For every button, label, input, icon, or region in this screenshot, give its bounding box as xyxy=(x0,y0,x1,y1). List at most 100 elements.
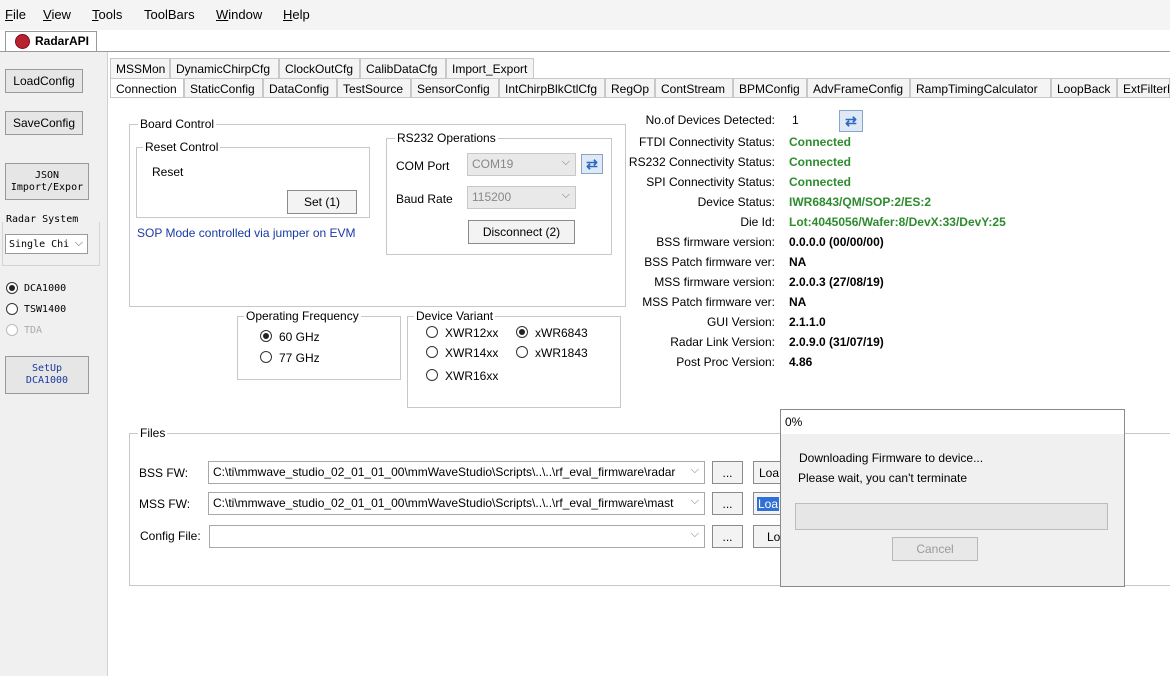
freq-77ghz-radio[interactable] xyxy=(260,351,272,363)
tab-dataconfig[interactable]: DataConfig xyxy=(263,78,337,98)
tab-clockoutcfg[interactable]: ClockOutCfg xyxy=(279,58,360,78)
status-value-ftdi: Connected xyxy=(789,135,852,149)
bss-fw-path[interactable]: C:\ti\mmwave_studio_02_01_01_00\mmWaveSt… xyxy=(208,461,705,484)
config-file-label: Config File: xyxy=(140,529,201,543)
status-label-dieid: Die Id: xyxy=(740,215,775,229)
cancel-button: Cancel xyxy=(892,537,978,561)
tab-staticconfig[interactable]: StaticConfig xyxy=(184,78,263,98)
tab-extfilter[interactable]: ExtFilterP xyxy=(1117,78,1170,98)
xwr1843-radio[interactable] xyxy=(516,346,528,358)
refresh-devices-icon[interactable]: ⇄ xyxy=(839,110,863,132)
tab-testsource[interactable]: TestSource xyxy=(337,78,411,98)
status-value-postproc: 4.86 xyxy=(789,355,813,369)
firmware-progress-dialog: 0% Downloading Firmware to device... Ple… xyxy=(780,409,1125,587)
status-label-gui: GUI Version: xyxy=(706,315,775,329)
menu-tools[interactable]: Tools xyxy=(92,7,122,22)
save-config-button[interactable]: SaveConfig xyxy=(5,111,83,135)
tab-calibdatacfg[interactable]: CalibDataCfg xyxy=(360,58,446,78)
tab-row-2: Connection StaticConfig DataConfig TestS… xyxy=(110,78,1170,98)
menu-view[interactable]: View xyxy=(43,7,71,22)
json-import-export-button[interactable]: JSON Import/Expor xyxy=(5,163,89,200)
status-value-device: IWR6843/QM/SOP:2/ES:2 xyxy=(789,195,932,209)
status-value-bss-fw: 0.0.0.0 (00/00/00) xyxy=(789,235,884,249)
tda-radio xyxy=(6,324,18,336)
tab-row-1: MSSMon DynamicChirpCfg ClockOutCfg Calib… xyxy=(110,58,540,78)
baud-rate-value: 115200 xyxy=(472,190,512,204)
tab-regop[interactable]: RegOp xyxy=(605,78,655,98)
status-label-mss-fw: MSS firmware version: xyxy=(654,275,775,289)
dca1000-radio[interactable] xyxy=(6,282,18,294)
disconnect-button[interactable]: Disconnect (2) xyxy=(468,220,575,244)
tsw1400-label: TSW1400 xyxy=(24,304,67,315)
baud-rate-select[interactable]: 115200 ⌵ xyxy=(467,186,576,209)
tab-intchirpblkctlcfg[interactable]: IntChirpBlkCtlCfg xyxy=(499,78,605,98)
com-port-value: COM19 xyxy=(472,157,514,171)
chevron-down-icon: ⌵ xyxy=(561,156,570,168)
status-label-devices: No.of Devices Detected: xyxy=(645,113,775,127)
tab-bpmconfig[interactable]: BPMConfig xyxy=(733,78,807,98)
chevron-down-icon: ⌵ xyxy=(688,464,699,477)
sop-mode-note: SOP Mode controlled via jumper on EVM xyxy=(137,226,356,240)
tab-import-export[interactable]: Import_Export xyxy=(446,58,534,78)
xwr14xx-label: XWR14xx xyxy=(445,346,499,360)
com-port-select[interactable]: COM19 ⌵ xyxy=(467,153,576,176)
freq-60ghz-radio[interactable] xyxy=(260,330,272,342)
xwr6843-radio[interactable] xyxy=(516,326,528,338)
tab-ramptimingcalculator[interactable]: RampTimingCalculator xyxy=(910,78,1051,98)
radar-app-icon xyxy=(15,34,30,49)
xwr16xx-radio[interactable] xyxy=(426,369,438,381)
status-label-postproc: Post Proc Version: xyxy=(676,355,775,369)
tab-advframeconfig[interactable]: AdvFrameConfig xyxy=(807,78,910,98)
xwr12xx-radio[interactable] xyxy=(426,326,438,338)
radar-system-value: Single Chi xyxy=(9,239,70,250)
operating-frequency-group: Operating Frequency xyxy=(237,309,401,380)
tab-loopback[interactable]: LoopBack xyxy=(1051,78,1117,98)
set-reset-button[interactable]: Set (1) xyxy=(287,190,357,214)
menu-toolbars[interactable]: ToolBars xyxy=(144,7,195,22)
tab-mssmon[interactable]: MSSMon xyxy=(110,58,170,78)
status-value-mss-patch: NA xyxy=(789,295,807,309)
status-label-device: Device Status: xyxy=(697,195,775,209)
status-value-radarlink: 2.0.9.0 (31/07/19) xyxy=(789,335,884,349)
tsw1400-radio[interactable] xyxy=(6,303,18,315)
baud-rate-label: Baud Rate xyxy=(396,192,453,206)
mss-fw-path[interactable]: C:\ti\mmwave_studio_02_01_01_00\mmWaveSt… xyxy=(208,492,705,515)
menu-window[interactable]: Window xyxy=(216,7,262,22)
reset-label: Reset xyxy=(152,165,184,179)
tab-sensorconfig[interactable]: SensorConfig xyxy=(411,78,499,98)
load-config-button[interactable]: LoadConfig xyxy=(5,69,83,93)
status-label-rs232: RS232 Connectivity Status: xyxy=(628,155,775,169)
tab-connection[interactable]: Connection xyxy=(110,78,184,98)
freq-60ghz-label: 60 GHz xyxy=(279,330,320,344)
chevron-down-icon: ⌵ xyxy=(74,237,83,249)
tab-contstream[interactable]: ContStream xyxy=(655,78,733,98)
dca1000-label: DCA1000 xyxy=(24,283,67,294)
reset-control-title: Reset Control xyxy=(143,140,221,154)
chevron-down-icon: ⌵ xyxy=(688,495,699,508)
load-mss-button[interactable]: Loa xyxy=(753,492,781,515)
files-title: Files xyxy=(138,426,168,440)
menu-help[interactable]: Help xyxy=(283,7,310,22)
com-port-label: COM Port xyxy=(396,159,450,173)
tab-divider xyxy=(0,51,1170,52)
xwr16xx-label: XWR16xx xyxy=(445,369,499,383)
menu-file[interactable]: File xyxy=(5,7,26,22)
radarapi-tab[interactable]: RadarAPI xyxy=(5,31,97,52)
setup-dca1000-button[interactable]: SetUp DCA1000 xyxy=(5,356,89,394)
radarapi-tab-label: RadarAPI xyxy=(35,34,90,48)
bss-fw-path-value: C:\ti\mmwave_studio_02_01_01_00\mmWaveSt… xyxy=(213,465,676,479)
mss-browse-button[interactable]: ... xyxy=(712,492,743,515)
config-browse-button[interactable]: ... xyxy=(712,525,743,548)
status-value-dieid: Lot:4045056/Wafer:8/DevX:33/DevY:25 xyxy=(789,215,1006,229)
load-config-file-button[interactable]: Lo xyxy=(753,525,781,548)
bss-browse-button[interactable]: ... xyxy=(712,461,743,484)
dialog-message-line1: Downloading Firmware to device... xyxy=(799,451,984,465)
config-file-path[interactable]: ⌵ xyxy=(209,525,705,548)
device-variant-title: Device Variant xyxy=(414,309,496,323)
xwr14xx-radio[interactable] xyxy=(426,346,438,358)
radar-system-select[interactable]: Single Chi ⌵ xyxy=(5,234,88,254)
status-value-devices: 1 xyxy=(792,113,799,127)
tab-dynamicchirpcfg[interactable]: DynamicChirpCfg xyxy=(170,58,279,78)
load-bss-button[interactable]: Loa xyxy=(753,461,781,484)
board-control-title: Board Control xyxy=(138,117,217,131)
